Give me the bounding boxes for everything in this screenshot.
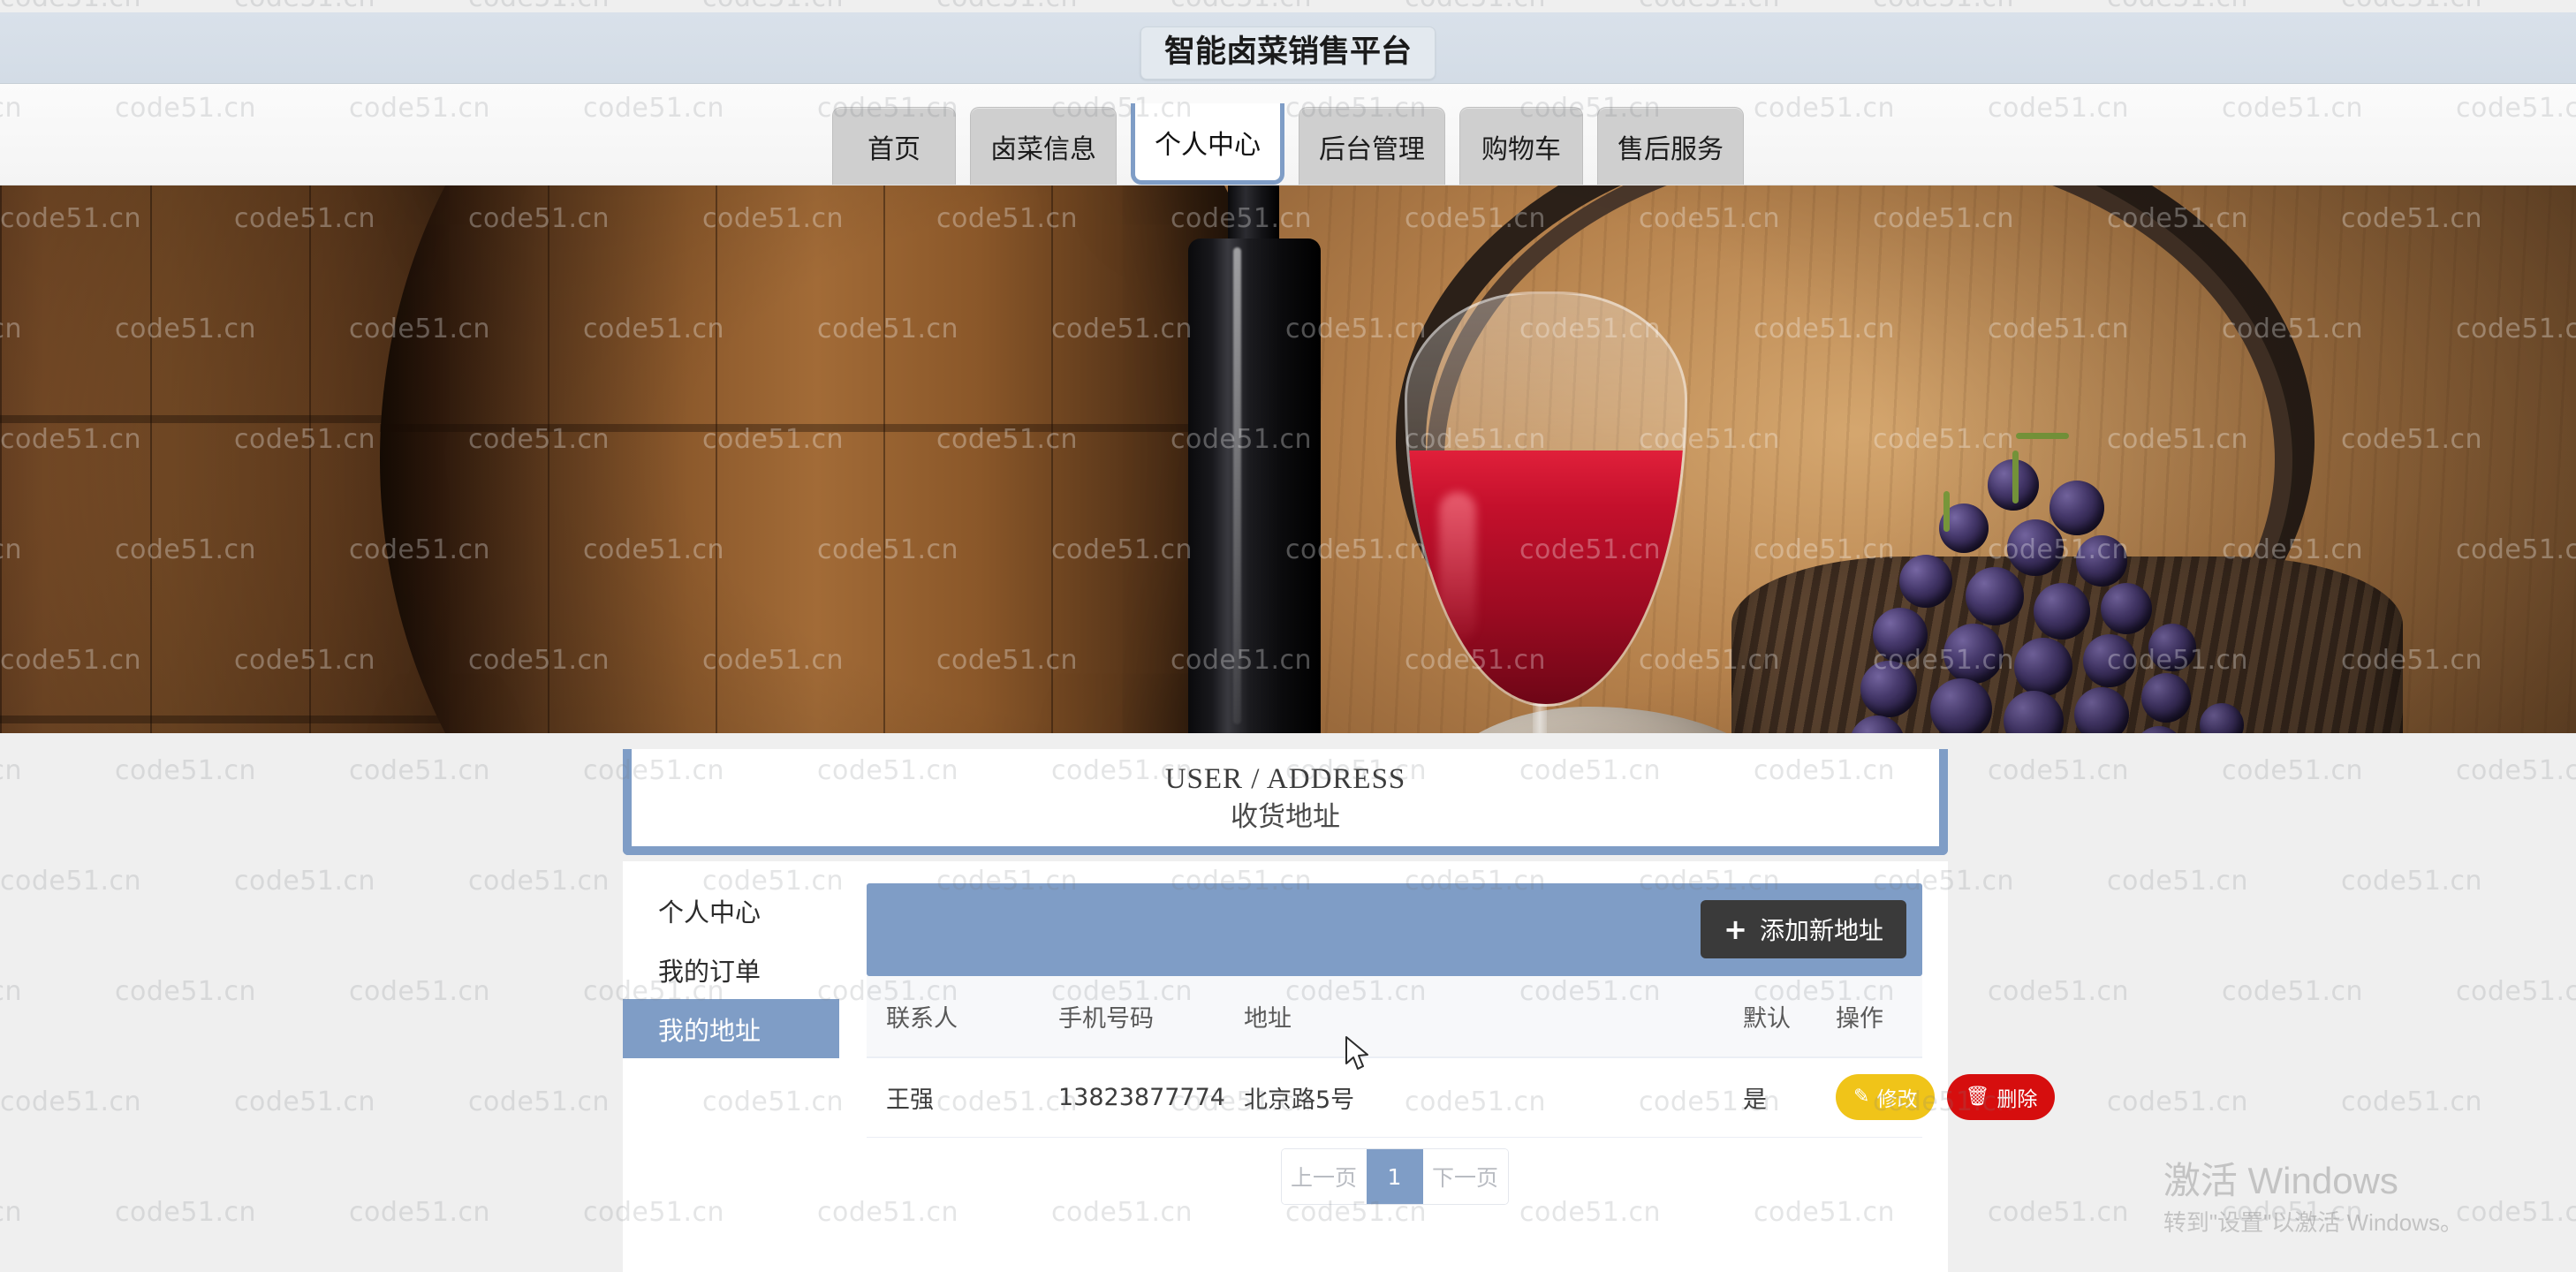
pagination-prev[interactable]: 上一页 xyxy=(1281,1149,1367,1204)
watermark-text: code51.cn xyxy=(0,0,141,13)
sidebar-item-2[interactable]: 我的地址 xyxy=(623,999,839,1058)
column-header-2: 地址 xyxy=(1224,976,1569,1058)
site-title: 智能卤菜销售平台 xyxy=(1140,26,1436,80)
address-panel: 个人中心我的订单我的地址 + 添加新地址 联系人手机号码地址 默认操作 xyxy=(623,861,2056,1272)
column-header-3 xyxy=(1569,976,1724,1058)
table-header-row: 联系人 手机号码 地址 默认 操作 xyxy=(867,976,1922,1058)
nav-item-0[interactable]: 首页 xyxy=(832,107,956,185)
main-navigation: 首页 卤菜信息 个人中心 后台管理 购物车 售后服务 xyxy=(0,84,2576,186)
pagination-page-1[interactable]: 1 xyxy=(1366,1149,1423,1204)
hero-carousel[interactable]: code51.cn-源码乐园盗图必究 xyxy=(0,186,2576,733)
cell-spacer xyxy=(1569,1057,1724,1138)
watermark-text: code51.cn xyxy=(2107,0,2248,13)
section-header: USER / ADDRESS 收货地址 xyxy=(623,749,1948,855)
user-center-sidebar: 个人中心 我的订单 我的地址 xyxy=(623,861,839,1058)
section-title-en: USER / ADDRESS xyxy=(1164,762,1406,795)
trash-icon: 🗑 xyxy=(1965,1086,1990,1109)
app-root: 智能卤菜销售平台 首页 卤菜信息 个人中心 后台管理 购物车 售后服务 USER… xyxy=(0,0,2576,1272)
nav-item-4[interactable]: 购物车 xyxy=(1459,107,1583,185)
watermark-text: code51.cn xyxy=(234,0,375,13)
edit-address-label: 修改 xyxy=(1876,1088,1918,1112)
pagination-group: 上一页 1 下一页 xyxy=(1280,1148,1509,1205)
watermark-text: code51.cn xyxy=(1873,0,2014,13)
nav-item-list: 首页 卤菜信息 个人中心 后台管理 购物车 售后服务 xyxy=(832,103,1744,185)
address-table-body: 王强 13823877774 北京路5号 是 ✎ 修改 🗑 删除 xyxy=(867,1057,2056,1138)
address-table-head: 联系人 手机号码 地址 默认 操作 xyxy=(867,976,1922,1058)
cell-phone: 13823877774 xyxy=(1039,1057,1225,1138)
nav-item-1[interactable]: 卤菜信息 xyxy=(970,107,1117,185)
watermark-text: code51.cn xyxy=(936,0,1078,13)
column-header-4: 默认 xyxy=(1724,976,1816,1058)
delete-address-label: 删除 xyxy=(1996,1088,2038,1112)
cell-operations: ✎ 修改 🗑 删除 xyxy=(1816,1057,2056,1138)
hero-image-wine-barrel xyxy=(0,186,2576,733)
nav-item-2[interactable]: 个人中心 xyxy=(1131,103,1284,185)
plus-icon: + xyxy=(1724,912,1747,946)
section-title-cn: 收货地址 xyxy=(1231,801,1340,833)
cell-is-default: 是 xyxy=(1724,1057,1816,1138)
column-header-1: 手机号码 xyxy=(1039,976,1224,1058)
nav-item-5[interactable]: 售后服务 xyxy=(1597,107,1744,185)
nav-item-3[interactable]: 后台管理 xyxy=(1299,107,1445,185)
column-header-0: 联系人 xyxy=(867,976,1039,1058)
delete-address-button[interactable]: 🗑 删除 xyxy=(1947,1074,2056,1121)
watermark-text: code51.cn xyxy=(468,0,610,13)
pencil-icon: ✎ xyxy=(1853,1086,1870,1109)
top-title-band: 智能卤菜销售平台 xyxy=(0,12,2576,84)
add-new-address-label: 添加新地址 xyxy=(1759,916,1883,945)
sidebar-item-1[interactable]: 我的订单 xyxy=(623,940,839,999)
watermark-text: code51.cn xyxy=(1171,0,1312,13)
add-new-address-button[interactable]: + 添加新地址 xyxy=(1701,900,1906,958)
sidebar-item-0[interactable]: 个人中心 xyxy=(623,881,839,940)
column-header-5: 操作 xyxy=(1816,976,1922,1058)
pagination: 上一页 1 下一页 xyxy=(867,1148,1922,1205)
watermark-text: code51.cn xyxy=(1405,0,1546,13)
address-toolbar: + 添加新地址 xyxy=(867,883,1922,976)
cell-address: 北京路5号 xyxy=(1224,1057,1569,1138)
address-table: 联系人 手机号码 地址 默认 操作 王强 13823877774 北京路5号 是 ✎ 修改 🗑 删除 xyxy=(867,976,2056,1138)
address-main-area: + 添加新地址 联系人 手机号码 地址 默认 操作 王强 13823877774 北京路5号… xyxy=(867,883,2056,1272)
watermark-text: code51.cn xyxy=(1639,0,1780,13)
edit-address-button[interactable]: ✎ 修改 xyxy=(1836,1074,1936,1121)
table-row: 王强 13823877774 北京路5号 是 ✎ 修改 🗑 删除 xyxy=(867,1057,2056,1138)
watermark-text: code51.cn xyxy=(702,0,844,13)
page-content: USER / ADDRESS 收货地址 个人中心 我的订单 我的地址 + 添加新地址 xyxy=(0,733,2576,1272)
cell-contact: 王强 xyxy=(867,1057,1039,1138)
watermark-text: code51.cn xyxy=(2341,0,2482,13)
pagination-next[interactable]: 下一页 xyxy=(1422,1149,1508,1204)
